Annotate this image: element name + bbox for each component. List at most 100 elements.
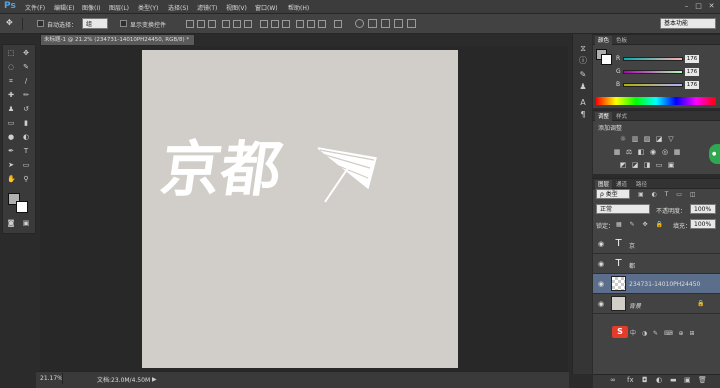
show-transform-checkbox[interactable] (120, 20, 127, 27)
fill-input[interactable]: 100% (690, 219, 716, 229)
blue-slider[interactable] (623, 83, 683, 87)
red-value[interactable]: 176 (685, 55, 699, 63)
layer-row[interactable]: ◉ T 京 (593, 234, 720, 254)
new-layer-icon[interactable]: ▣ (684, 376, 691, 384)
tab-styles[interactable]: 样式 (613, 112, 630, 120)
close-button[interactable]: ✕ (707, 2, 716, 11)
green-slider[interactable] (623, 70, 683, 74)
lasso-tool-icon[interactable]: ◌ (7, 63, 15, 71)
layer-name[interactable]: 背景 (629, 301, 641, 310)
visibility-eye-icon[interactable]: ◉ (598, 280, 606, 288)
distribute-hcenter-icon[interactable] (307, 20, 315, 28)
auto-select-dropdown[interactable]: 组 (82, 18, 108, 29)
layer-name[interactable]: 京 (629, 241, 635, 250)
history-brush-tool-icon[interactable]: ↺ (22, 105, 30, 113)
tab-layers[interactable]: 图层 (595, 180, 613, 189)
layer-row[interactable]: ◉ 背景 🔒 (593, 294, 720, 314)
character-icon[interactable]: A (578, 98, 588, 108)
selective-color-icon[interactable]: ▣ (667, 161, 675, 169)
eyedropper-tool-icon[interactable]: / (22, 77, 30, 85)
healing-tool-icon[interactable]: ✚ (7, 91, 15, 99)
brush-panel-icon[interactable]: ✎ (578, 70, 588, 80)
hand-tool-icon[interactable]: ✋ (7, 175, 16, 183)
document-canvas[interactable]: 京都 (142, 50, 458, 368)
zoom-tool-icon[interactable]: ⚲ (22, 175, 30, 183)
3d-slide-icon[interactable] (394, 19, 403, 28)
menu-type[interactable]: 类型(Y) (138, 3, 158, 12)
marquee-tool-icon[interactable]: ⬚ (7, 49, 15, 57)
menu-file[interactable]: 文件(F) (25, 3, 45, 12)
align-right-icon[interactable] (244, 20, 252, 28)
ime-logo-icon[interactable]: S (612, 326, 628, 338)
menu-view[interactable]: 视图(V) (226, 3, 247, 12)
assistant-badge-icon[interactable]: ● (709, 144, 720, 164)
menu-layer[interactable]: 图层(L) (109, 3, 129, 12)
background-color-swatch[interactable] (16, 201, 28, 213)
properties-icon[interactable]: ⓘ (578, 56, 588, 66)
layer-style-icon[interactable]: fx (627, 376, 634, 384)
paragraph-icon[interactable]: ¶ (578, 110, 588, 120)
color-lookup-icon[interactable]: ▦ (673, 148, 681, 156)
minimize-button[interactable]: – (682, 2, 691, 11)
dodge-tool-icon[interactable]: ◐ (22, 133, 30, 141)
color-spectrum-ramp[interactable] (596, 97, 716, 105)
3d-orbit-icon[interactable] (355, 19, 364, 28)
menu-image[interactable]: 图像(I) (82, 3, 100, 12)
auto-align-icon[interactable] (334, 20, 342, 28)
posterize-icon[interactable]: ◪ (631, 161, 639, 169)
distribute-bottom-icon[interactable] (282, 20, 290, 28)
maximize-button[interactable]: □ (694, 2, 703, 11)
color-bg-swatch[interactable] (601, 54, 612, 65)
3d-roll-icon[interactable] (368, 19, 377, 28)
gradient-tool-icon[interactable]: ▮ (22, 119, 30, 127)
3d-scale-icon[interactable] (407, 19, 416, 28)
brush-tool-icon[interactable]: ✏ (22, 91, 30, 99)
tab-adjustments[interactable]: 调整 (595, 112, 613, 121)
blue-value[interactable]: 176 (685, 81, 699, 89)
opacity-input[interactable]: 100% (690, 204, 716, 214)
levels-icon[interactable]: ▥ (631, 135, 639, 143)
align-bottom-icon[interactable] (208, 20, 216, 28)
3d-pan-icon[interactable] (381, 19, 390, 28)
layer-filter-icons[interactable]: ▣ ◐ T ▭ ◫ (638, 191, 708, 198)
auto-select-checkbox[interactable] (37, 20, 44, 27)
photo-filter-icon[interactable]: ◉ (649, 148, 657, 156)
clone-source-icon[interactable]: ♟ (578, 82, 588, 92)
link-layers-icon[interactable]: ∞ (610, 376, 616, 384)
hue-sat-icon[interactable]: ▦ (613, 148, 621, 156)
pen-tool-icon[interactable]: ✒ (7, 147, 15, 155)
blend-mode-dropdown[interactable]: 正常 (596, 204, 650, 214)
quick-mask-icon[interactable]: ◙ (7, 219, 15, 227)
vibrance-icon[interactable]: ▽ (667, 135, 675, 143)
delete-layer-icon[interactable]: 🗑 (698, 376, 707, 384)
layer-name[interactable]: 都 (629, 261, 635, 270)
move-tool-preset-icon[interactable]: ✥ (6, 18, 20, 28)
tab-paths[interactable]: 路径 (633, 180, 650, 188)
distribute-right-icon[interactable] (318, 20, 326, 28)
move-tool-icon[interactable]: ✥ (22, 49, 30, 57)
layer-row[interactable]: ◉ T 都 (593, 254, 720, 274)
menu-filter[interactable]: 滤镜(T) (197, 3, 217, 12)
align-vcenter-icon[interactable] (197, 20, 205, 28)
new-group-icon[interactable]: ▬ (670, 376, 677, 384)
status-menu-arrow-icon[interactable]: ▶ (152, 376, 157, 383)
green-value[interactable]: 176 (685, 68, 699, 76)
screen-mode-icon[interactable]: ▣ (22, 219, 30, 227)
exposure-icon[interactable]: ◪ (655, 135, 663, 143)
invert-icon[interactable]: ◩ (619, 161, 627, 169)
stamp-tool-icon[interactable]: ♟ (7, 105, 15, 113)
channel-mixer-icon[interactable]: ◎ (661, 148, 669, 156)
menu-window[interactable]: 窗口(W) (255, 3, 278, 12)
quick-select-tool-icon[interactable]: ✎ (22, 63, 30, 71)
distribute-vcenter-icon[interactable] (271, 20, 279, 28)
eraser-tool-icon[interactable]: ▭ (7, 119, 15, 127)
gradient-map-icon[interactable]: ▭ (655, 161, 663, 169)
lock-icons[interactable]: ▦ ✎ ✥ 🔒 (616, 221, 666, 228)
tab-channels[interactable]: 通道 (613, 180, 630, 188)
type-tool-icon[interactable]: T (22, 147, 30, 155)
layer-row-selected[interactable]: ◉ 234731-14010PH24450 (593, 274, 720, 294)
align-hcenter-icon[interactable] (233, 20, 241, 28)
menu-select[interactable]: 选择(S) (168, 3, 189, 12)
tab-swatches[interactable]: 色板 (613, 36, 630, 44)
workspace-dropdown[interactable]: 基本功能 (660, 18, 716, 29)
